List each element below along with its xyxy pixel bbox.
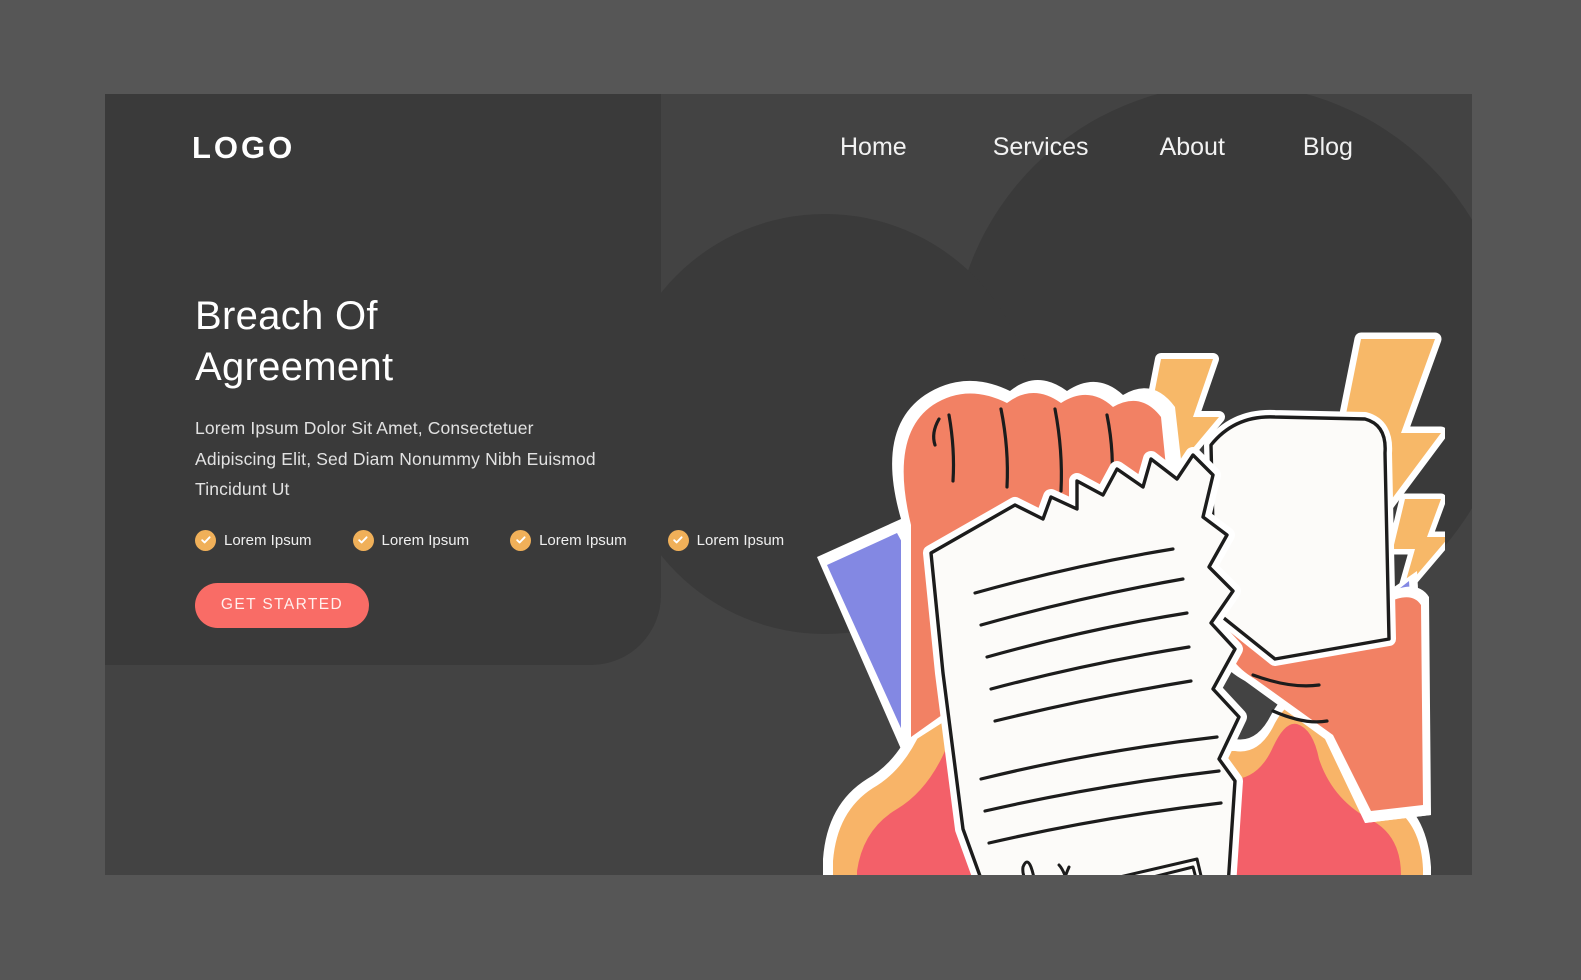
torn-contract-document [923, 447, 1247, 875]
hero-panel: LOGO Home Services About Blog Breach Of … [105, 94, 1472, 875]
get-started-button[interactable]: GET STARTED [195, 582, 369, 628]
logo[interactable]: LOGO [192, 130, 295, 166]
feature-label: Lorem Ipsum [381, 531, 470, 549]
feature-item: Lorem Ipsum [352, 529, 470, 551]
nav-item-about[interactable]: About [1160, 133, 1225, 162]
feature-item: Lorem Ipsum [510, 529, 627, 551]
feature-label: Lorem Ipsum [696, 531, 785, 549]
feature-item: Lorem Ipsum [195, 529, 312, 551]
lightning-bolt-tiny [1387, 493, 1445, 597]
torn-contract-document-right-fragment [1204, 409, 1396, 666]
feature-item: Lorem Ipsum [667, 529, 785, 551]
page-title: Breach Of Agreement [195, 291, 665, 393]
hands-tearing-contract-illustration [805, 219, 1445, 875]
feature-list: Lorem Ipsum Lorem Ipsum Lorem Ipsum Lore… [195, 529, 784, 551]
page-title-line-1: Breach Of [195, 294, 378, 338]
nav-item-blog[interactable]: Blog [1303, 133, 1353, 162]
nav-item-services[interactable]: Services [993, 133, 1089, 162]
main-nav: Home Services About Blog [840, 133, 1353, 162]
check-circle-icon [352, 529, 374, 551]
page-root: LOGO Home Services About Blog Breach Of … [0, 0, 1581, 980]
site-header: LOGO Home Services About Blog [105, 94, 1472, 224]
page-title-line-2: Agreement [195, 345, 394, 390]
feature-label: Lorem Ipsum [539, 531, 627, 549]
feature-label: Lorem Ipsum [224, 531, 312, 549]
hero-content: Breach Of Agreement Lorem Ipsum Dolor Si… [195, 291, 784, 628]
check-circle-icon [667, 529, 689, 551]
hero-subtitle: Lorem Ipsum Dolor Sit Amet, Consectetuer… [195, 418, 596, 500]
check-circle-icon [510, 529, 532, 551]
check-circle-icon [195, 529, 216, 551]
nav-item-home[interactable]: Home [840, 133, 907, 162]
